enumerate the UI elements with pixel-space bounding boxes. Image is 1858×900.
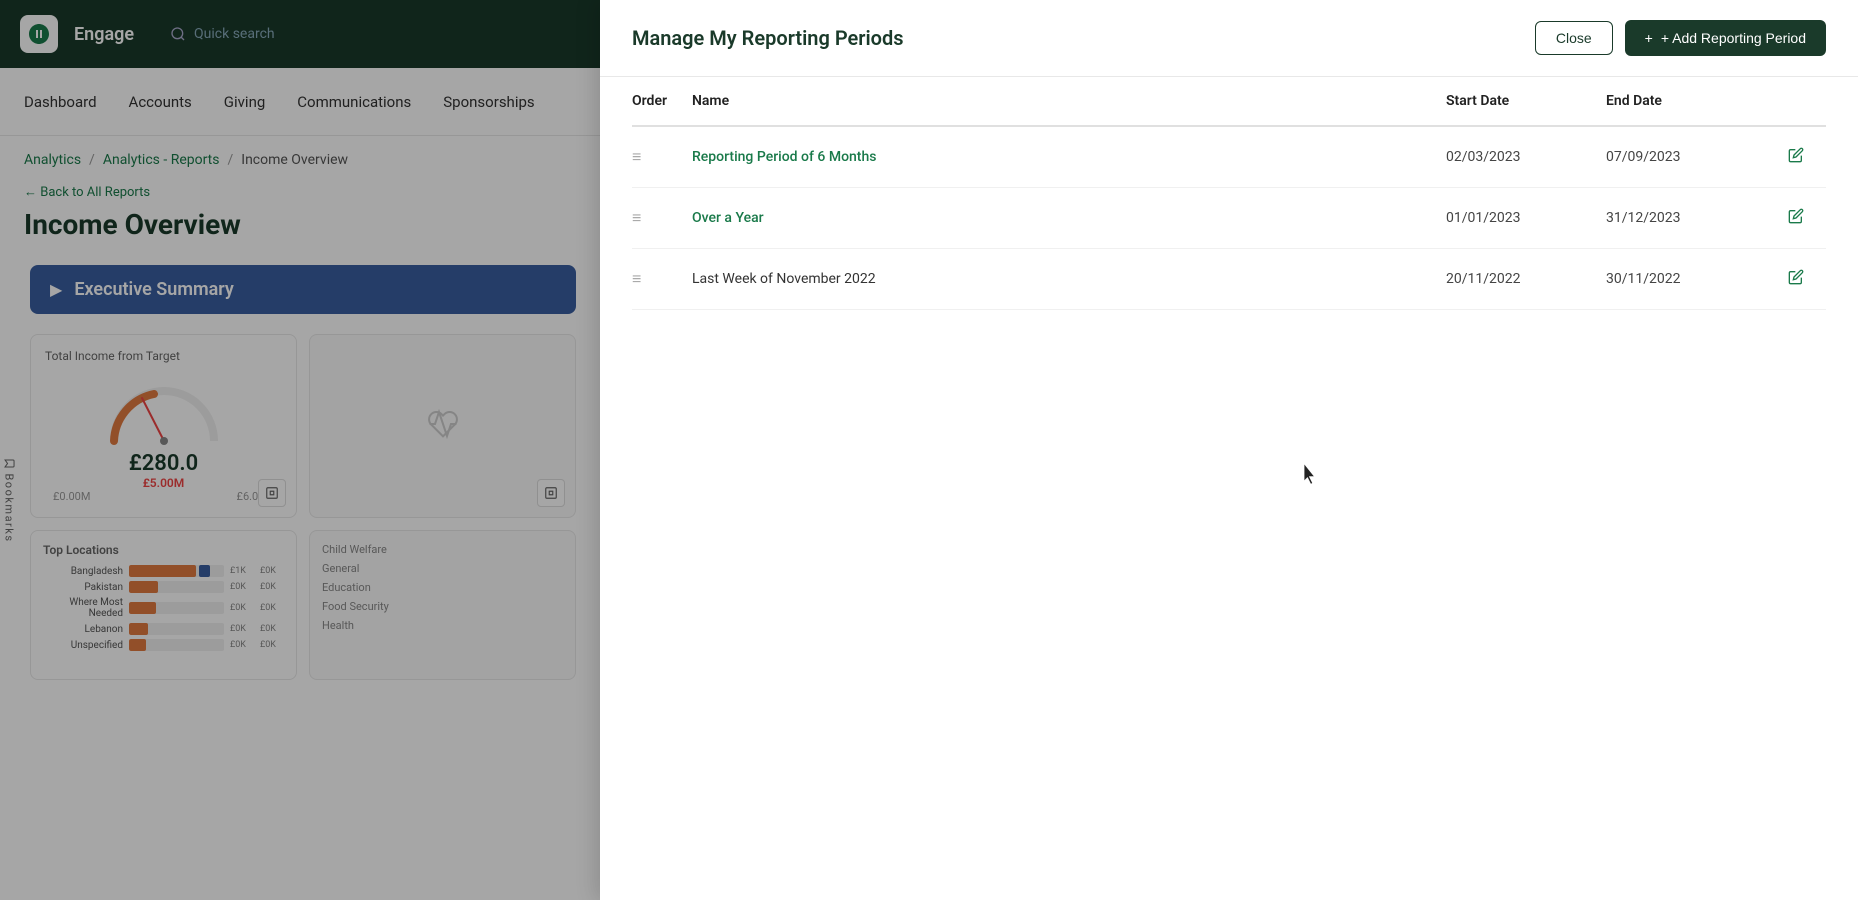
modal-title: Manage My Reporting Periods (632, 26, 904, 50)
reporting-periods-table: Order Name Start Date End Date ≡ Reporti… (600, 77, 1858, 310)
row-start-date-3: 20/11/2022 (1446, 271, 1606, 287)
row-end-date-1: 07/09/2023 (1606, 149, 1766, 165)
col-end-date: End Date (1606, 93, 1766, 109)
edit-button-1[interactable] (1766, 147, 1826, 167)
drag-handle-3[interactable]: ≡ (632, 269, 692, 289)
add-icon: + (1645, 30, 1653, 46)
row-start-date-2: 01/01/2023 (1446, 210, 1606, 226)
row-name-3: Last Week of November 2022 (692, 271, 1446, 287)
add-reporting-period-button[interactable]: + + Add Reporting Period (1625, 20, 1826, 56)
row-name-2: Over a Year (692, 210, 1446, 226)
col-order: Order (632, 93, 692, 109)
table-header: Order Name Start Date End Date (632, 77, 1826, 127)
overlay-mask[interactable] (0, 0, 600, 900)
row-start-date-1: 02/03/2023 (1446, 149, 1606, 165)
col-start-date: Start Date (1446, 93, 1606, 109)
col-name: Name (692, 93, 1446, 109)
close-button[interactable]: Close (1535, 21, 1613, 55)
modal-panel: Manage My Reporting Periods Close + + Ad… (600, 0, 1858, 900)
drag-handle-2[interactable]: ≡ (632, 208, 692, 228)
drag-handle-1[interactable]: ≡ (632, 147, 692, 167)
row-name-1: Reporting Period of 6 Months (692, 149, 1446, 165)
table-row: ≡ Last Week of November 2022 20/11/2022 … (632, 249, 1826, 310)
table-row: ≡ Reporting Period of 6 Months 02/03/202… (632, 127, 1826, 188)
table-row: ≡ Over a Year 01/01/2023 31/12/2023 (632, 188, 1826, 249)
edit-button-3[interactable] (1766, 269, 1826, 289)
modal-header: Manage My Reporting Periods Close + + Ad… (600, 0, 1858, 77)
edit-button-2[interactable] (1766, 208, 1826, 228)
modal-actions: Close + + Add Reporting Period (1535, 20, 1826, 56)
modal-overlay: Manage My Reporting Periods Close + + Ad… (0, 0, 1858, 900)
row-end-date-3: 30/11/2022 (1606, 271, 1766, 287)
row-end-date-2: 31/12/2023 (1606, 210, 1766, 226)
